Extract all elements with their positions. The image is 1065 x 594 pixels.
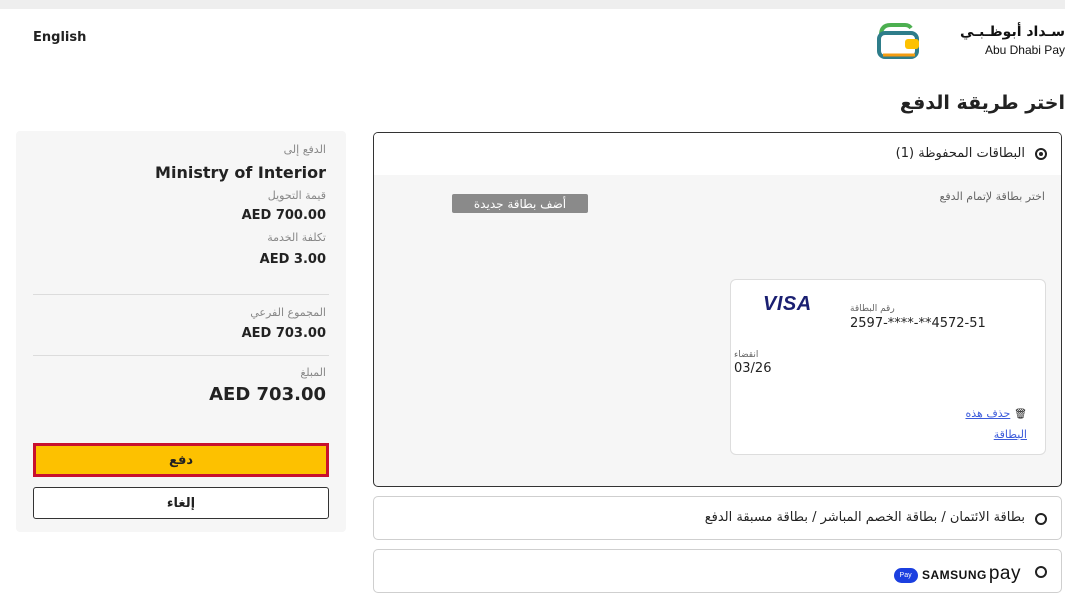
service-fee-label: تكلفة الخدمة: [267, 231, 326, 244]
saved-cards-label: البطاقات المحفوظة (1): [895, 146, 1025, 161]
brand-name-arabic: سـداد أبوظـبـي: [960, 24, 1065, 40]
card-number-label: رقم البطاقة: [850, 304, 895, 314]
pay-to-value: Ministry of Interior: [155, 163, 326, 182]
saved-cards-option[interactable]: البطاقات المحفوظة (1) اختر بطاقة لإتمام …: [373, 132, 1062, 487]
samsung-pay-radio[interactable]: [1035, 566, 1047, 578]
transfer-amount-value: AED 700.00: [241, 208, 326, 223]
card-payment-radio[interactable]: [1035, 513, 1047, 525]
add-new-card-button[interactable]: أضف بطاقة جديدة: [452, 194, 588, 213]
cancel-button[interactable]: إلغاء: [33, 487, 329, 519]
service-fee-value: AED 3.00: [259, 252, 326, 267]
pay-wordmark: pay: [988, 563, 1021, 584]
visa-logo: VISA: [763, 293, 812, 315]
samsung-pay-logo: Pay SAMSUNG pay: [886, 563, 1021, 585]
samsung-pay-badge-icon: Pay: [893, 568, 918, 583]
expiry-label: انقضاء: [734, 350, 759, 360]
amount-label: المبلغ: [300, 366, 326, 379]
card-payment-label: بطاقة الائتمان / بطاقة الخصم المباشر / ب…: [704, 510, 1025, 525]
card-number: 2597-****-**4572-51: [850, 316, 986, 331]
brand-logo: سـداد أبوظـبـي Abu Dhabi Pay: [875, 21, 1065, 61]
wallet-logo-icon: [877, 23, 919, 59]
subtotal-value: AED 703.00: [241, 326, 326, 341]
expiry-date: 03/26: [734, 361, 772, 376]
select-card-hint: اختر بطاقة لإتمام الدفع: [939, 190, 1045, 203]
payment-summary-panel: الدفع إلى Ministry of Interior قيمة التح…: [16, 131, 346, 532]
subtotal-label: المجموع الفرعي: [250, 306, 326, 319]
trash-icon: 🗑: [1014, 409, 1027, 420]
saved-cards-radio[interactable]: [1035, 148, 1047, 160]
delete-card-link[interactable]: 🗑حذف هذه البطاقة: [937, 404, 1027, 445]
amount-value: AED 703.00: [209, 384, 326, 405]
transfer-amount-label: قيمة التحويل: [267, 189, 326, 202]
credit-debit-prepaid-option[interactable]: بطاقة الائتمان / بطاقة الخصم المباشر / ب…: [373, 496, 1062, 540]
page-title: اختر طريقة الدفع: [899, 92, 1065, 114]
language-switch[interactable]: English: [33, 30, 86, 45]
summary-divider: [33, 294, 329, 295]
brand-name-english: Abu Dhabi Pay: [984, 43, 1065, 57]
top-bar: English سـداد أبوظـبـي Abu Dhabi Pay: [0, 0, 1065, 62]
samsung-wordmark: SAMSUNG: [922, 568, 987, 582]
saved-cards-header[interactable]: البطاقات المحفوظة (1): [374, 133, 1061, 175]
pay-to-label: الدفع إلى: [283, 143, 326, 156]
saved-card[interactable]: VISA رقم البطاقة 2597-****-**4572-51 انق…: [730, 279, 1046, 455]
samsung-pay-option[interactable]: Pay SAMSUNG pay: [373, 549, 1062, 593]
summary-divider: [33, 355, 329, 356]
pay-button[interactable]: دفع: [33, 443, 329, 477]
